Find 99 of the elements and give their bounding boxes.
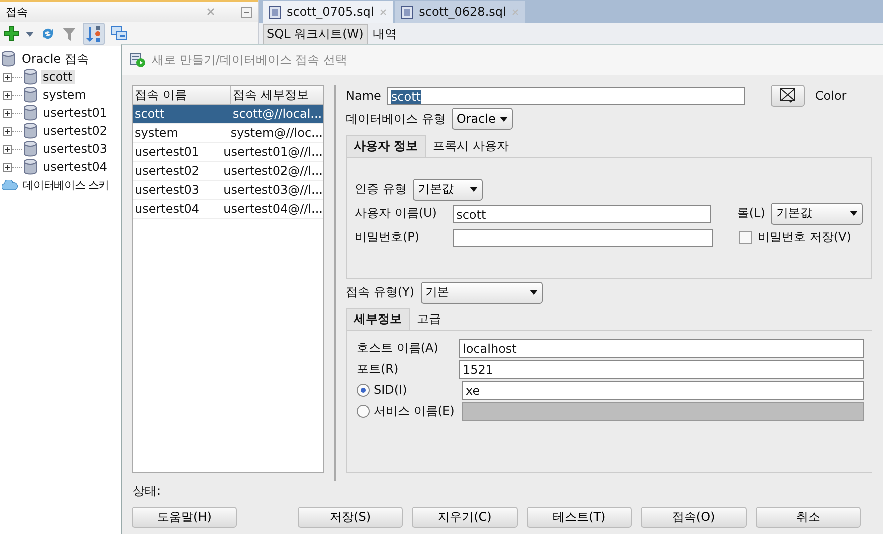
tree-item[interactable]: Oracle 접속: [20, 50, 91, 68]
username-label: 사용자 이름(U): [355, 205, 438, 222]
sort-icon[interactable]: [83, 23, 105, 45]
service-name-label: 서비스 이름(E): [374, 402, 456, 420]
close-icon[interactable]: [207, 8, 215, 16]
minimize-icon[interactable]: [241, 6, 252, 18]
dialog-title: 새로 만들기/데이터베이스 접속 선택: [152, 52, 348, 68]
password-field[interactable]: [453, 228, 713, 247]
expand-icon[interactable]: [3, 144, 12, 154]
table-cell-text: scott: [134, 106, 166, 123]
form-tab[interactable]: 사용자 정보: [346, 134, 426, 157]
caret-icon[interactable]: [26, 32, 34, 36]
color-button[interactable]: [771, 85, 806, 108]
connection-row[interactable]: usertest01 usertest01@//l...: [133, 143, 323, 162]
form-tab[interactable]: 세부정보: [346, 308, 410, 330]
database-icon: [24, 105, 37, 121]
refresh-icon[interactable]: [40, 26, 56, 42]
connection-type-label: 접속 유형(Y): [346, 284, 415, 302]
role-label: 롤(L): [737, 205, 766, 222]
connection-row[interactable]: usertest04 usertest04@//l...: [133, 200, 323, 219]
sid-field[interactable]: xe: [462, 380, 864, 400]
table-cell-text: system@//loc...: [230, 125, 323, 142]
password-label: 비밀번호(P): [355, 229, 421, 246]
sql-file-icon: [269, 6, 281, 18]
editor-tab[interactable]: scott_0705.sql: [263, 1, 394, 23]
sid-label: SID(I): [374, 383, 408, 398]
radio-button[interactable]: [357, 384, 370, 397]
column-header[interactable]: 접속 세부정보: [231, 86, 309, 104]
table-cell-text: usertest02: [134, 163, 200, 180]
dialog-button[interactable]: 취소: [756, 507, 861, 528]
connection-row[interactable]: usertest03 usertest03@//l...: [133, 181, 323, 200]
port-label: 포트(R): [357, 360, 400, 378]
table-cell-text: usertest03: [134, 182, 200, 199]
dialog-button[interactable]: 접속(O): [641, 507, 747, 528]
crossed-box-icon: [780, 88, 796, 104]
expand-icon[interactable]: [3, 72, 12, 82]
database-icon: [24, 123, 37, 139]
tree-item[interactable]: usertest04: [41, 160, 110, 174]
database-run-icon: [130, 52, 146, 68]
database-type-label: 데이터베이스 유형: [346, 110, 446, 128]
username-field[interactable]: scott: [452, 204, 712, 223]
connection-row[interactable]: scott scott@//local...: [133, 105, 323, 124]
tree-item[interactable]: 데이터베이스 스키: [23, 178, 110, 192]
expand-icon[interactable]: [3, 126, 12, 136]
expand-icon[interactable]: [3, 108, 12, 118]
service-name-field[interactable]: [462, 402, 864, 421]
color-label: Color: [815, 89, 847, 104]
table-cell-text: usertest01@//l...: [222, 144, 323, 161]
status-label: 상태:: [133, 483, 162, 500]
cloud-icon: [2, 180, 18, 190]
host-label: 호스트 이름(A): [357, 340, 440, 357]
table-cell-text: usertest04: [134, 201, 200, 218]
database-icon: [24, 87, 37, 103]
database-icon: [24, 69, 37, 85]
connection-row[interactable]: system system@//loc...: [133, 124, 323, 143]
connection-type-dropdown[interactable]: 기본: [420, 282, 543, 304]
tree-item[interactable]: usertest01: [41, 106, 110, 120]
dialog-button[interactable]: 지우기(C): [412, 507, 518, 528]
database-icon: [2, 51, 15, 67]
add-icon[interactable]: [4, 26, 20, 42]
help-button[interactable]: 도움말(H): [132, 507, 238, 528]
tree-item[interactable]: system: [41, 88, 88, 102]
database-icon: [24, 141, 37, 157]
connection-row[interactable]: usertest02 usertest02@//l...: [133, 162, 323, 181]
save-password-label: 비밀번호 저장(V): [758, 229, 852, 246]
windows-icon[interactable]: [111, 26, 128, 42]
table-cell-text: system: [134, 125, 180, 142]
database-type-dropdown[interactable]: Oracle: [452, 108, 513, 130]
tree-item[interactable]: usertest02: [41, 124, 110, 138]
form-tab[interactable]: 프록시 사용자: [426, 136, 516, 157]
worksheet-tab[interactable]: SQL 워크시트(W): [263, 24, 368, 44]
table-cell-text: usertest03@//l...: [222, 182, 323, 199]
form-tab[interactable]: 고급: [410, 309, 448, 330]
radio-button[interactable]: [357, 404, 370, 418]
filter-icon[interactable]: [62, 26, 77, 42]
host-field[interactable]: localhost: [459, 338, 864, 358]
database-icon: [24, 159, 37, 175]
expand-icon[interactable]: [3, 162, 12, 172]
editor-tab[interactable]: scott_0628.sql: [395, 1, 526, 23]
column-header[interactable]: 접속 이름: [133, 86, 231, 104]
auth-type-dropdown[interactable]: 기본값: [412, 178, 483, 201]
table-cell-text: scott@//local...: [232, 106, 323, 123]
dialog-button[interactable]: 테스트(T): [526, 507, 632, 528]
checkbox[interactable]: [739, 231, 752, 244]
name-field[interactable]: scott: [387, 87, 746, 106]
sql-file-icon: [401, 6, 414, 18]
port-field[interactable]: 1521: [459, 360, 864, 379]
dialog-button[interactable]: 저장(S): [298, 507, 404, 528]
name-label: Name: [346, 89, 382, 104]
auth-type-label: 인증 유형: [355, 181, 407, 198]
table-cell-text: usertest01: [134, 144, 200, 161]
role-dropdown[interactable]: 기본값: [771, 202, 864, 225]
worksheet-tab[interactable]: 내역: [370, 24, 400, 44]
table-cell-text: usertest04@//l...: [222, 201, 323, 218]
expand-icon[interactable]: [3, 90, 12, 100]
table-cell-text: usertest02@//l...: [222, 163, 323, 180]
tree-item[interactable]: scott: [41, 70, 75, 84]
tree-item[interactable]: usertest03: [41, 142, 110, 156]
panel-title: 접속: [6, 4, 29, 20]
